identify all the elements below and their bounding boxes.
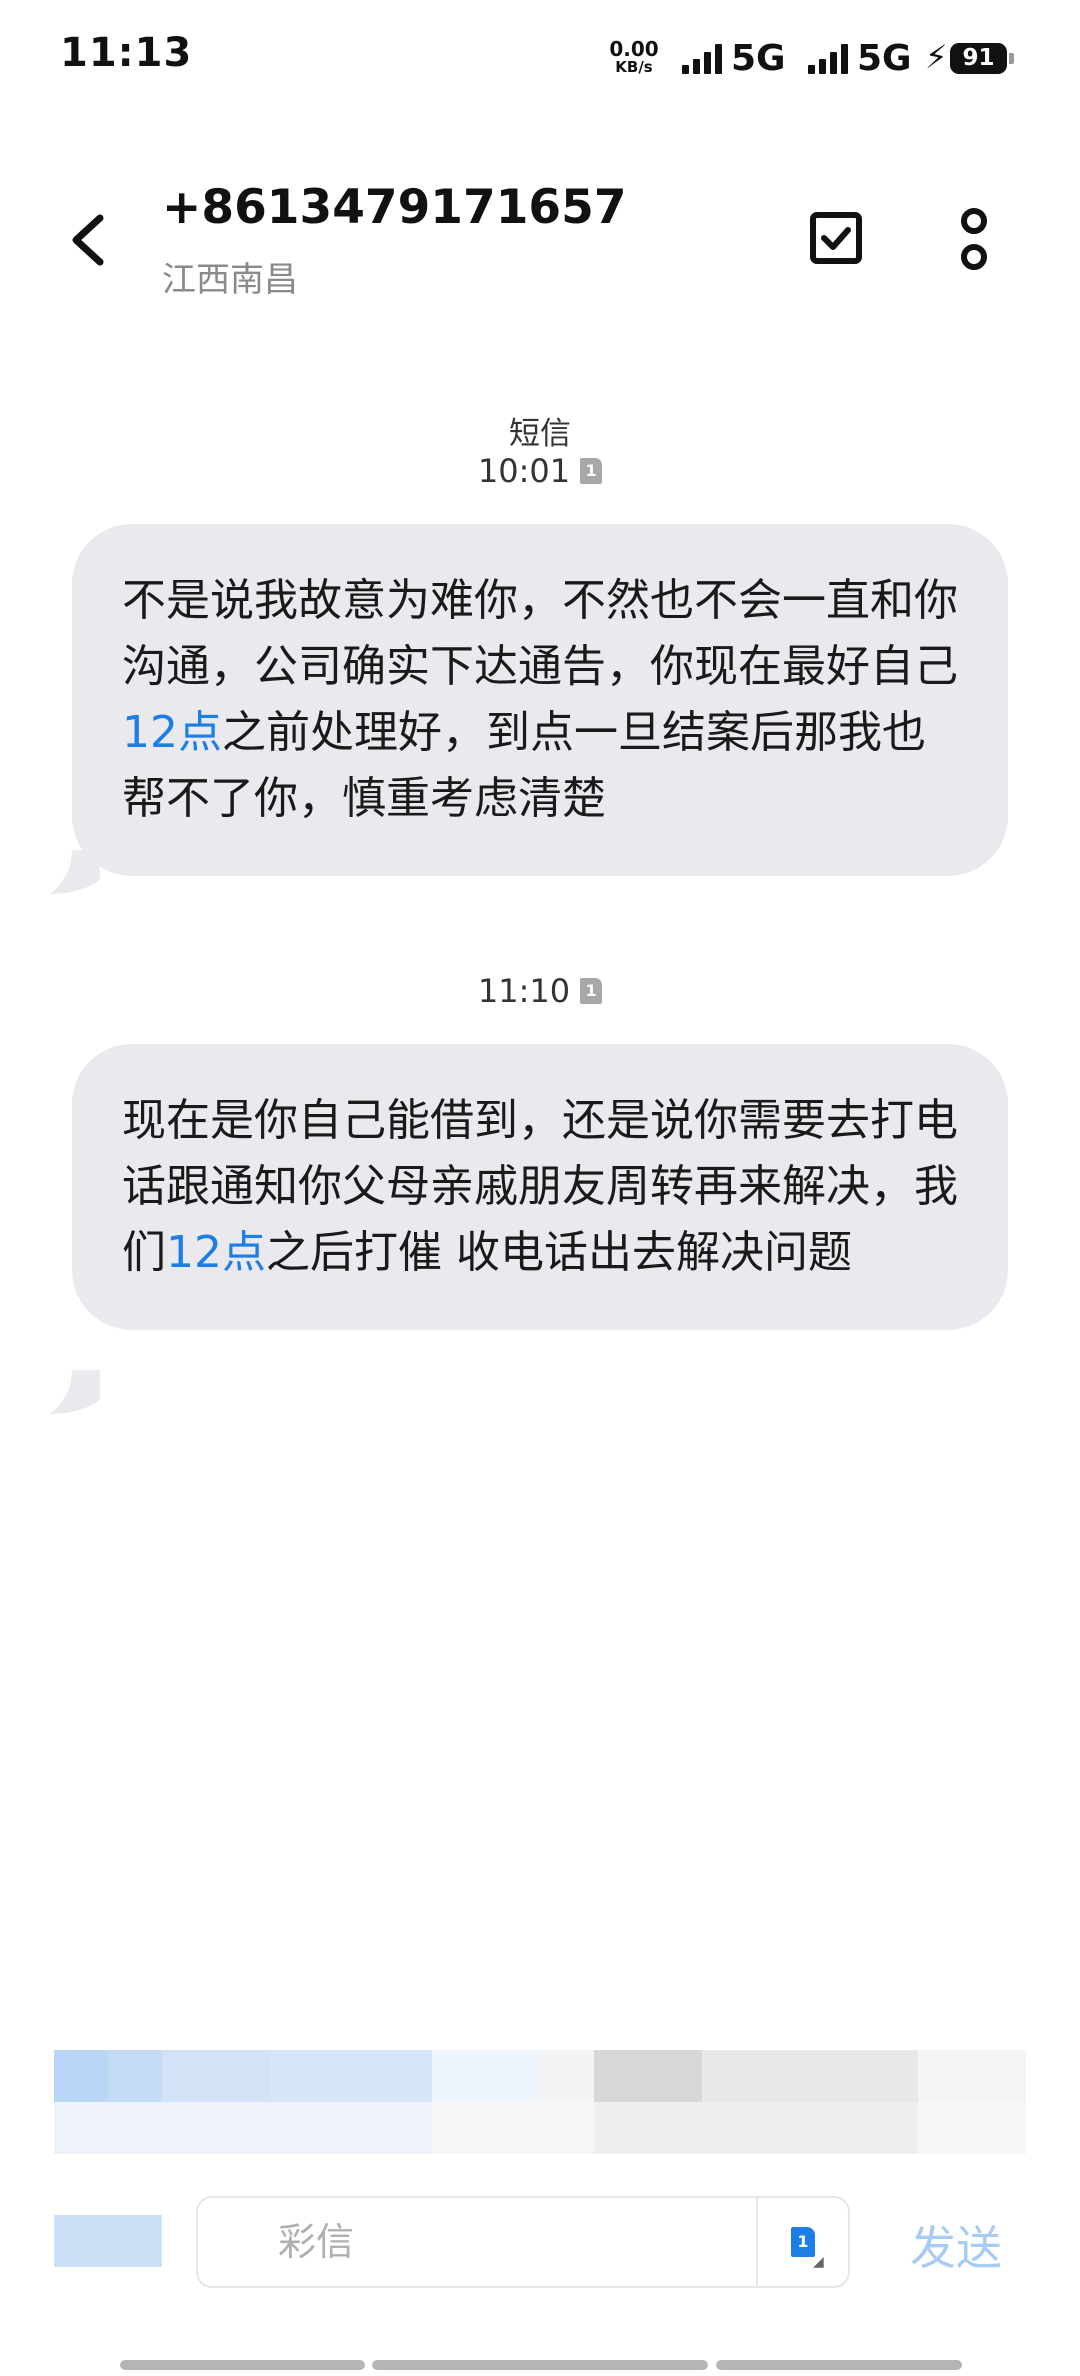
- message-text: 之前处理好，到点一旦结案后那我也帮不了你，慎重考虑清楚: [122, 707, 926, 824]
- message-timestamp-row: 11:10 1: [0, 972, 1080, 1010]
- network-type-sim1: 5G: [731, 38, 786, 79]
- network-speed: 0.00 KB/s: [606, 37, 662, 76]
- bubble-tail: [50, 1370, 100, 1414]
- nav-gesture-bar[interactable]: [120, 2360, 365, 2370]
- message-bubble[interactable]: 不是说我故意为难你，不然也不会一直和你沟通，公司确实下达通告，你现在最好自己 12…: [72, 524, 1008, 876]
- back-icon: [72, 214, 104, 266]
- message-text: 之后打催 收电话出去解决问题: [266, 1227, 852, 1278]
- message-meta: 短信: [0, 408, 1080, 453]
- back-button[interactable]: [64, 210, 114, 270]
- battery-tip: [1009, 53, 1014, 64]
- network-type-sim2: 5G: [857, 38, 912, 79]
- network-speed-value: 0.00: [609, 37, 659, 61]
- status-time: 11:13: [60, 30, 193, 76]
- time-link[interactable]: 12点: [122, 707, 222, 758]
- send-button[interactable]: 发送: [910, 2212, 1002, 2278]
- signal-strength-icon: [682, 44, 726, 74]
- contact-location: 江西南昌: [162, 260, 298, 300]
- message-input[interactable]: [198, 2197, 756, 2287]
- dropdown-corner-icon: ◢: [813, 2254, 824, 2270]
- message-composer: 1 ◢: [196, 2196, 850, 2288]
- message-type-label: 短信: [509, 416, 571, 452]
- sim-card-icon: 1: [791, 2227, 815, 2257]
- message-text: 不是说我故意为难你，不然也不会一直和你沟通，公司确实下达通告，你现在最好自己: [122, 575, 958, 692]
- charging-icon: ⚡: [925, 38, 948, 76]
- message-timestamp-row: 10:01 1: [0, 452, 1080, 490]
- select-checkbox-icon: [810, 212, 862, 264]
- sim-select-button[interactable]: 1 ◢: [758, 2198, 848, 2286]
- select-messages-button[interactable]: [810, 212, 862, 264]
- obscured-attachment-button[interactable]: [54, 2215, 162, 2267]
- nav-gesture-bar[interactable]: [716, 2360, 962, 2370]
- signal-strength-icon: [808, 44, 852, 74]
- message-time: 10:01: [477, 452, 571, 490]
- battery-icon: 91: [950, 43, 1007, 74]
- obscured-suggestion-bar: [54, 2050, 1026, 2158]
- message-bubble[interactable]: 现在是你自己能借到，还是说你需要去打电话跟通知你父母亲戚朋友周转再来解决，我们1…: [72, 1044, 1008, 1330]
- status-bar: 11:13 0.00 KB/s 5G 5G ⚡ 91: [0, 0, 1080, 120]
- sim-card-icon: 1: [580, 458, 603, 484]
- message-time: 11:10: [477, 972, 571, 1010]
- more-options-icon: [961, 208, 987, 270]
- contact-number: +8613479171657: [162, 180, 627, 235]
- sim-card-icon: 1: [580, 978, 603, 1004]
- nav-gesture-bar[interactable]: [372, 2360, 708, 2370]
- time-link[interactable]: 12点: [166, 1227, 266, 1278]
- more-options-button[interactable]: [954, 207, 994, 273]
